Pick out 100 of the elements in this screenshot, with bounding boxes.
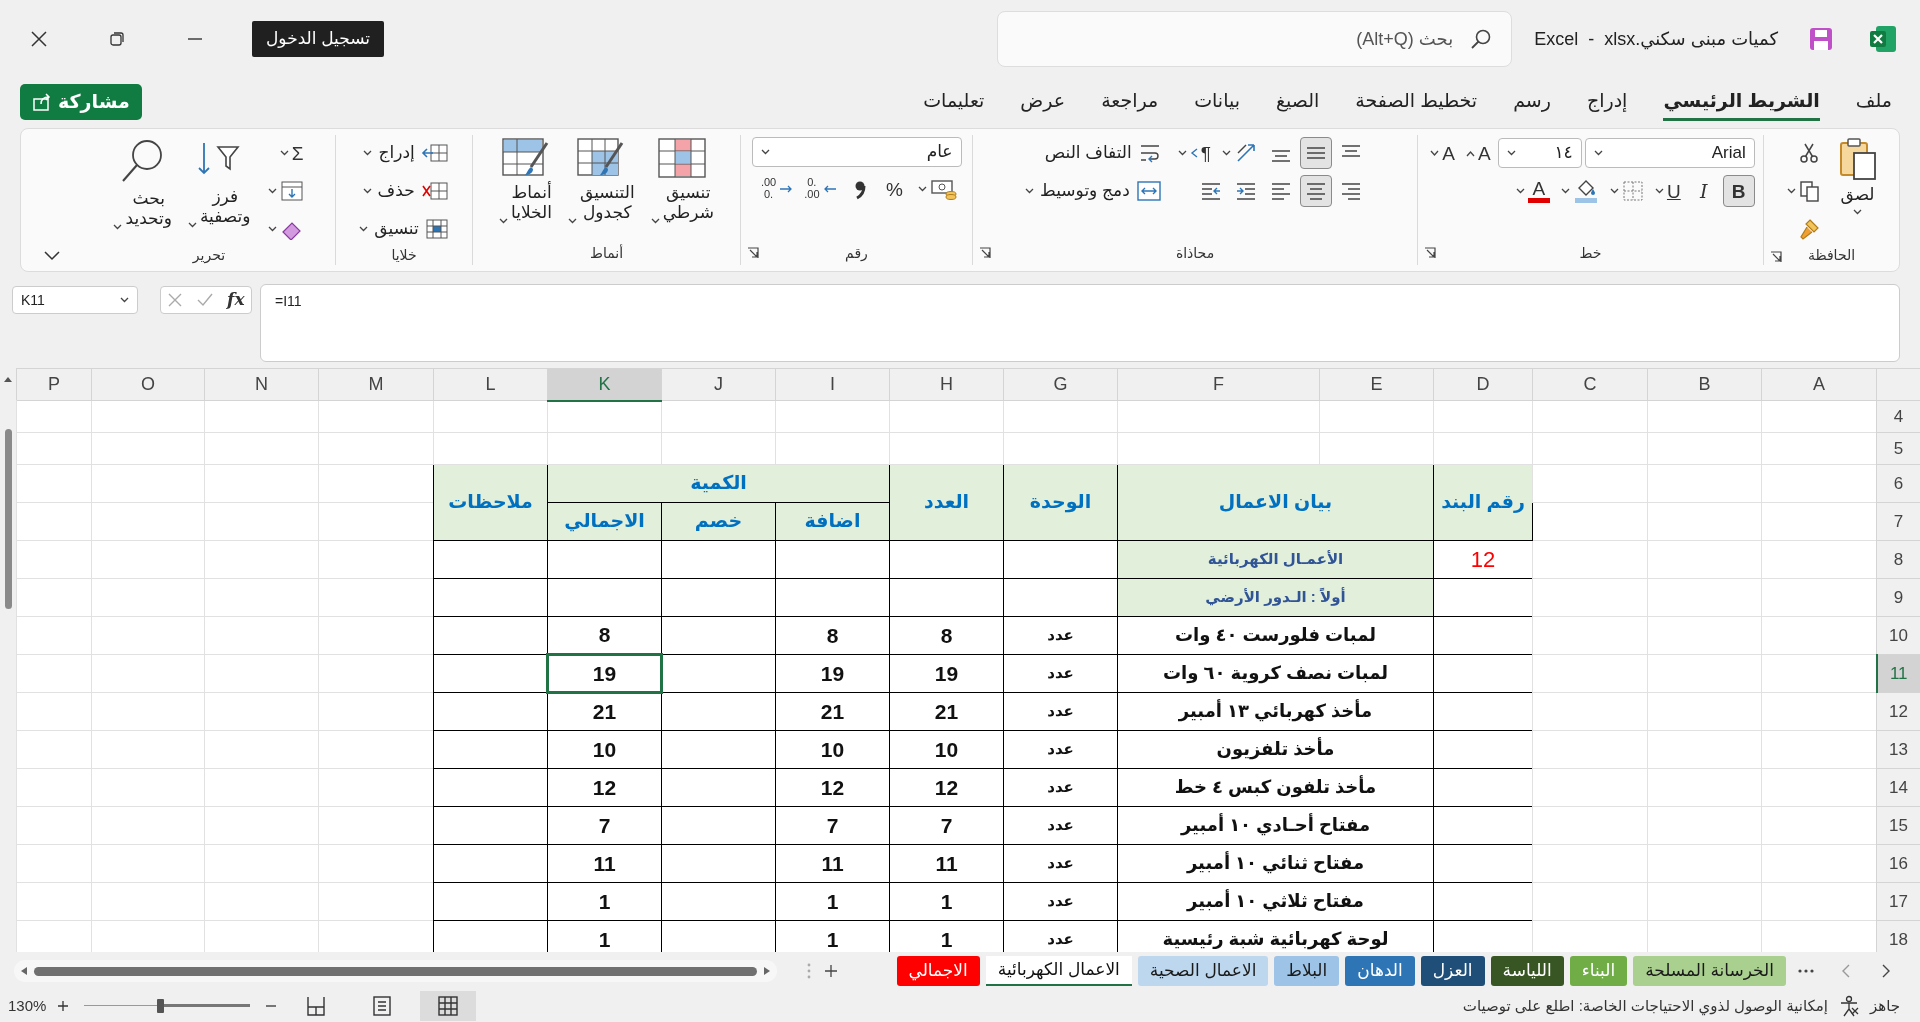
column-header[interactable]: N <box>204 368 319 401</box>
insert-button[interactable]: إدراج <box>361 137 451 169</box>
bold-button[interactable]: B <box>1722 175 1755 207</box>
table-cell: لمبات نصف كروية ٦٠ وات <box>1117 654 1434 693</box>
collapse-ribbon-icon[interactable] <box>44 251 60 261</box>
name-box[interactable]: K11 <box>12 286 138 314</box>
row-header[interactable]: 9 <box>1876 578 1920 617</box>
column-header[interactable]: H <box>889 368 1004 401</box>
align-middle-button[interactable] <box>1299 137 1332 169</box>
sheet-tab[interactable]: البلاط <box>1274 956 1340 986</box>
menu-tab[interactable]: الشريط الرئيسي <box>1663 83 1820 121</box>
delete-button[interactable]: حذف <box>360 175 451 207</box>
sheet-tab[interactable]: اللياسة <box>1490 956 1564 986</box>
row-header[interactable]: 12 <box>1876 692 1920 731</box>
column-header[interactable]: P <box>16 368 92 401</box>
column-header[interactable]: F <box>1117 368 1320 401</box>
menu-tab[interactable]: إدراج <box>1586 83 1628 121</box>
autosum-button[interactable]: Σ <box>275 137 308 169</box>
row-header[interactable]: 5 <box>1876 432 1920 465</box>
sort-filter-button[interactable]: فرز وتصفية <box>185 135 254 230</box>
column-header[interactable]: L <box>433 368 548 401</box>
row-header[interactable]: 6 <box>1876 464 1920 503</box>
conditional-format-button[interactable]: تنسيق شرطي <box>647 135 717 226</box>
menu-tab[interactable]: بيانات <box>1194 83 1240 121</box>
column-header[interactable]: I <box>775 368 890 401</box>
row-header[interactable]: 18 <box>1876 920 1920 952</box>
merge-center-button[interactable]: دمج وتوسيط <box>1023 175 1164 207</box>
column-header[interactable]: A <box>1761 368 1877 401</box>
column-header[interactable]: D <box>1433 368 1533 401</box>
row-header[interactable]: 14 <box>1876 768 1920 807</box>
row-header[interactable]: 7 <box>1876 502 1920 541</box>
sheet-tab[interactable]: الدهان <box>1345 956 1415 986</box>
row-header[interactable]: 17 <box>1876 882 1920 921</box>
insert-function-button[interactable]: fx <box>227 287 245 313</box>
row-header[interactable]: 16 <box>1876 844 1920 883</box>
decimal-button[interactable]: .00 0. <box>756 173 798 205</box>
normal-view-button[interactable] <box>420 991 477 1021</box>
column-header[interactable]: M <box>318 368 434 401</box>
menu-tab[interactable]: تخطيط الصفحة <box>1355 83 1478 121</box>
column-header[interactable]: C <box>1532 368 1648 401</box>
sign-in-button[interactable]: تسجيل الدخول <box>252 21 385 57</box>
menu-tab[interactable]: تعليمات <box>923 83 985 121</box>
sheet-tab[interactable]: الاجمالي <box>896 956 980 986</box>
zoom-level[interactable]: 130% <box>8 994 47 1018</box>
wrap-text-button[interactable]: التفاف النص <box>1042 137 1164 169</box>
menu-tab[interactable]: ملف <box>1855 83 1892 121</box>
row-header[interactable]: 13 <box>1876 730 1920 769</box>
menu-tab[interactable]: مراجعة <box>1101 83 1159 121</box>
dialog-launcher-icon[interactable] <box>1424 247 1436 259</box>
format-button[interactable]: تنسيق <box>357 213 451 245</box>
dialog-launcher-icon[interactable] <box>1770 251 1782 263</box>
column-header[interactable]: E <box>1319 368 1434 401</box>
column-header[interactable]: G <box>1003 368 1118 401</box>
column-header[interactable]: O <box>91 368 205 401</box>
row-header[interactable]: 10 <box>1876 616 1920 655</box>
sheet-tab[interactable]: الخرسانة المسلحة <box>1633 956 1786 986</box>
italic-button[interactable]: I <box>1687 175 1720 207</box>
scrollbar-thumb[interactable] <box>4 429 12 609</box>
format-table-button[interactable]: التنسيق كجدول <box>565 135 638 226</box>
column-header[interactable]: J <box>661 368 776 401</box>
row-header[interactable]: 4 <box>1876 400 1920 433</box>
menu-tab[interactable]: الصيغ <box>1275 83 1320 121</box>
decimal-button[interactable]: 0. .00 <box>800 173 841 205</box>
column-header[interactable]: K <box>547 368 662 401</box>
zoom-in-icon[interactable] <box>56 999 71 1013</box>
table-cell: 11 <box>775 844 890 883</box>
increase-font-button[interactable]: A <box>1462 137 1495 169</box>
dialog-launcher-icon[interactable] <box>747 247 759 259</box>
search-field[interactable]: بحث (Alt+Q) <box>997 11 1513 67</box>
menu-tab[interactable]: رسم <box>1513 83 1551 121</box>
font-field[interactable]: Arial <box>1584 138 1755 168</box>
font-size-field[interactable]: ١٤ <box>1497 138 1582 168</box>
sheet-tab[interactable]: الاعمال الصحية <box>1137 956 1269 986</box>
row-header[interactable]: 11 <box>1876 654 1920 693</box>
text-direction-button[interactable]: ¶ <box>1173 137 1215 169</box>
row-header[interactable]: 8 <box>1876 540 1920 579</box>
share-button[interactable]: مشاركة <box>20 83 142 121</box>
cell-styles-button[interactable]: أنماط الخلايا <box>496 135 555 226</box>
percent-button[interactable]: % <box>878 173 911 205</box>
paste-button[interactable]: لصق <box>1834 135 1881 218</box>
decrease-font-button[interactable]: A <box>1426 137 1459 169</box>
column-header[interactable]: B <box>1647 368 1762 401</box>
find-select-button[interactable]: بحث وتحديد <box>110 135 175 232</box>
menu-tab[interactable]: عرض <box>1020 83 1066 121</box>
formula-field[interactable]: =I11 <box>260 284 1900 362</box>
table-cell: 21 <box>889 692 1004 731</box>
scrollbar-thumb[interactable] <box>34 966 757 976</box>
underline-button[interactable]: U <box>1650 175 1685 207</box>
number-format-field[interactable]: عام <box>751 137 962 167</box>
font-color-button[interactable]: A <box>1511 175 1554 207</box>
zoom-slider-thumb[interactable] <box>156 999 164 1013</box>
row-header[interactable]: 15 <box>1876 806 1920 845</box>
sheet-tab[interactable]: العزل <box>1420 956 1485 986</box>
sheet-tab[interactable]: الاعمال الكهربائية <box>985 956 1132 986</box>
dialog-launcher-icon[interactable] <box>979 247 991 259</box>
align-center-button[interactable] <box>1299 175 1332 207</box>
close-icon <box>30 30 48 48</box>
group-label: محاذاة <box>1175 243 1215 263</box>
zoom-slider[interactable] <box>84 999 251 1013</box>
accessibility-status[interactable]: إمكانية الوصول لذوي الاحتياجات الخاصة: اطلع على توصيات <box>1462 994 1828 1018</box>
